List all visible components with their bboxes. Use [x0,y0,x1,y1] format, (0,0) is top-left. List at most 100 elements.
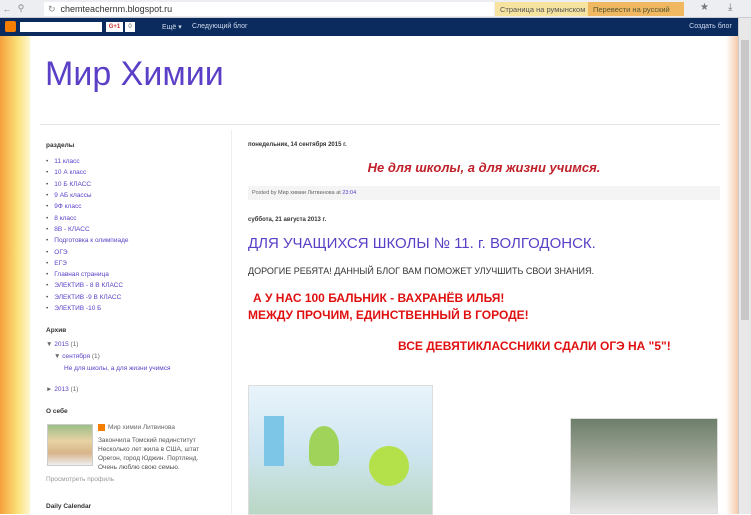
sidebar-item[interactable]: • Подготовка к олимпиаде [46,235,226,246]
sidebar-item-label[interactable]: 11 класс [54,158,79,165]
more-menu[interactable]: Ещё ▾ [162,23,182,31]
author-bio: Закончила Томский пединститут Несколько … [98,437,200,471]
bullet-icon: • [46,203,49,211]
background-right [726,36,738,514]
about-title: О себе [46,408,68,415]
chemistry-illustration[interactable] [248,385,433,515]
sidebar-item[interactable]: • 10 Б КЛАСС [46,179,226,190]
calendar-title: Daily Calendar [46,503,92,510]
sidebar-item-label[interactable]: ЭЛЕКТИВ - 8 В КЛАСС [54,282,123,289]
count: (1) [70,341,79,348]
about-widget: О себе Мир химии Литвинова Закончила Том… [46,408,226,510]
sidebar-item[interactable]: • 11 класс [46,156,226,167]
post-intro: ДОРОГИЕ РЕБЯТА! ДАННЫЙ БЛОГ ВАМ ПОМОЖЕТ … [248,266,595,276]
collapse-icon[interactable]: ► [46,386,54,393]
sidebar-item-label[interactable]: ЕГЭ [54,260,67,267]
sections-list: • 11 класс • 10 А класс • 10 Б КЛАСС • 9 АБ кла… [46,156,226,314]
posted-by: Posted by Мир химии Литвинова at [252,190,343,196]
blogger-profile-icon [98,424,105,431]
sidebar-item[interactable]: • ЭЛЕКТИВ - 8 В КЛАСС [46,280,226,291]
search-input[interactable] [20,22,102,32]
bullet-icon: • [46,214,49,222]
bullet-icon: • [46,192,49,200]
archive-widget: Архив ▼ 2015 (1) ▼ сентября (1) Не для ш… [46,327,226,393]
sidebar-item-label[interactable]: 8 класс [54,215,76,222]
post-line: МЕЖДУ ПРОЧИМ, ЕДИНСТВЕННЫЙ В ГОРОДЕ! [248,308,529,322]
posts-column: понедельник, 14 сентября 2015 г. Не для … [248,142,720,515]
browser-toolbar: ← ⚲ ↻ chemteachernm.blogspot.ru Страница … [0,0,751,18]
next-blog-link[interactable]: Следующий блог [192,23,248,30]
create-blog-link[interactable]: Создать блог [689,23,732,30]
bullet-icon: • [46,169,49,177]
sidebar-item-label[interactable]: ЭЛЕКТИВ -9 В КЛАСС [54,294,121,301]
post-date: понедельник, 14 сентября 2015 г. [248,142,347,148]
sidebar-item[interactable]: • ЭЛЕКТИВ -10 Б [46,303,226,314]
bookmark-star-icon[interactable]: ★ [700,2,709,13]
back-icon[interactable]: ← [0,4,14,14]
flask-icon [369,446,409,486]
bullet-icon: • [46,180,49,188]
bullet-icon: • [46,305,49,312]
view-profile-link[interactable]: Просмотреть профиль [46,476,114,483]
bullet-icon: • [46,293,49,301]
sidebar-item-label[interactable]: Главная страница [54,271,109,278]
column-divider [231,130,232,514]
sidebar-item-label[interactable]: 9Ф класс [54,203,81,210]
expand-icon[interactable]: ▼ [54,353,62,360]
gplus-button[interactable]: G+1 [106,22,123,32]
archive-2015[interactable]: 2015 [54,341,68,348]
address-bar[interactable]: ↻ chemteachernm.blogspot.ru [44,2,494,16]
bullet-icon: • [46,237,49,245]
download-icon[interactable]: ⤓ [728,2,732,13]
sidebar-item-label[interactable]: 10 Б КЛАСС [54,181,91,188]
sidebar-item[interactable]: • 9 АБ классы [46,190,226,201]
post-line: ВСЕ ДЕВЯТИКЛАССНИКИ СДАЛИ ОГЭ НА "5"! [398,339,671,353]
post-line: А У НАС 100 БАЛЬНИК - ВАХРАНЁВ ИЛЬЯ! [253,291,505,305]
post-heading: ДЛЯ УЧАЩИХСЯ ШКОЛЫ № 11. г. ВОЛГОДОНСК. [248,235,596,252]
bullet-icon: • [46,282,49,290]
reload-icon[interactable]: ↻ [48,4,56,15]
sidebar-item[interactable]: • 8 класс [46,212,226,223]
students-photo[interactable] [570,418,718,514]
post-date: суббота, 21 августа 2013 г. [248,217,327,223]
blogger-navbar: G+1 0 Ещё ▾ Следующий блог Создать блог [0,18,738,36]
archive-2013[interactable]: 2013 [54,386,68,393]
bullet-icon: • [46,225,49,233]
sidebar-item-label[interactable]: ОГЭ [54,249,67,256]
sections-title: разделы [46,142,75,149]
sidebar-item-label[interactable]: 10 А класс [54,169,86,176]
expand-icon[interactable]: ▼ [46,341,54,348]
divider [40,124,720,125]
blogger-logo-icon[interactable] [5,21,16,32]
sidebar-item[interactable]: • 10 А класс [46,167,226,178]
sidebar-item-label[interactable]: ЭЛЕКТИВ -10 Б [54,305,101,312]
sidebar-item[interactable]: • ЭЛЕКТИВ -9 В КЛАСС [46,292,226,303]
sidebar-item[interactable]: • ОГЭ [46,246,226,257]
post-time-link[interactable]: 23:04 [342,190,356,196]
sidebar-item-label[interactable]: 9 АБ классы [54,192,91,199]
author-link[interactable]: Мир химии Литвинова [108,424,175,431]
sidebar-item[interactable]: • 8В - КЛАСС [46,224,226,235]
sections-widget: разделы • 11 класс • 10 А класс • 10 Б КЛАСС •… [46,142,226,314]
post-title: Не для школы, а для жизни учимся. [367,160,601,175]
archive-post-link[interactable]: Не для школы, а для жизни учимся [64,365,171,372]
count: (1) [91,353,100,360]
background-left [0,36,30,514]
bullet-icon: • [46,158,49,166]
sidebar-item[interactable]: • ЕГЭ [46,258,226,269]
bullet-icon: • [46,271,49,279]
sidebar-item[interactable]: • 9Ф класс [46,201,226,212]
sidebar-item-label[interactable]: Подготовка к олимпиаде [54,237,128,244]
blog-title[interactable]: Мир Химии [45,55,224,94]
translate-button[interactable]: Перевести на русский [588,2,684,16]
sidebar-item[interactable]: • Главная страница [46,269,226,280]
avatar[interactable] [47,424,93,466]
archive-september[interactable]: сентября [62,353,90,360]
scrollbar-thumb[interactable] [741,40,749,320]
count: (1) [70,386,79,393]
user-icon[interactable]: ⚲ [14,3,28,14]
archive-title: Архив [46,327,67,334]
beaker-icon [264,416,284,466]
sidebar-item-label[interactable]: 8В - КЛАСС [54,226,89,233]
url-text: chemteachernm.blogspot.ru [60,4,173,14]
